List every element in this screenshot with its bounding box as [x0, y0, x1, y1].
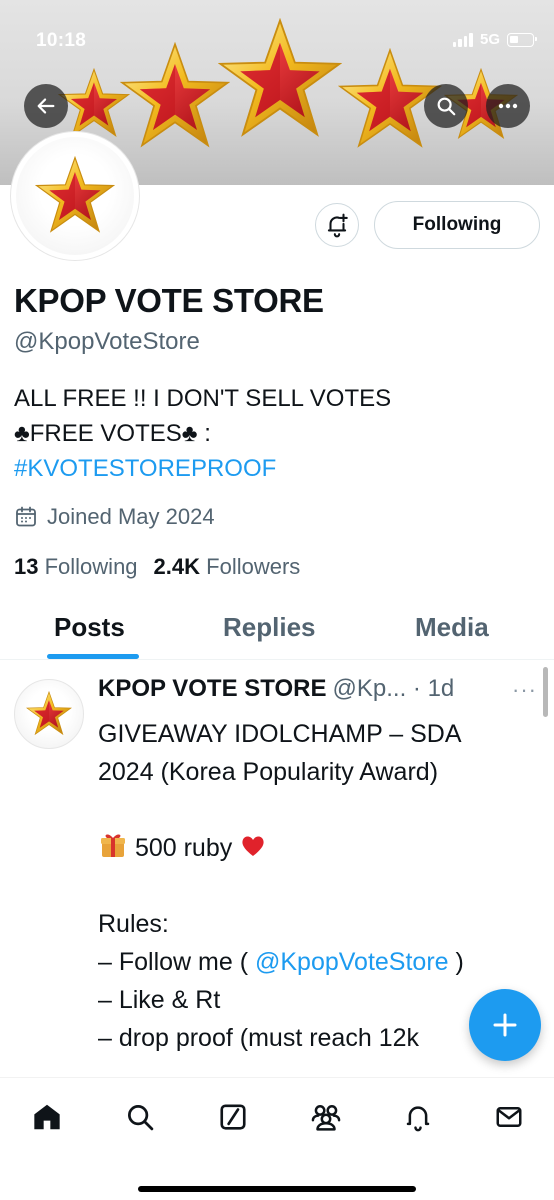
- star-logo-icon: [35, 156, 115, 236]
- bio-hashtag-link[interactable]: #KVOTESTOREPROOF: [14, 451, 391, 486]
- tweet-line: GIVEAWAY IDOLCHAMP – SDA: [98, 720, 462, 748]
- joined-text: Joined May 2024: [47, 504, 215, 529]
- joined-date: Joined May 2024: [14, 504, 215, 530]
- bio-line: ♣FREE VOTES♣ :: [14, 420, 211, 447]
- tweet-author-avatar[interactable]: [14, 679, 84, 749]
- search-icon: [437, 97, 456, 116]
- profile-tabs: Posts Replies Media: [0, 598, 554, 660]
- tab-posts[interactable]: Posts: [54, 612, 125, 643]
- nav-grok[interactable]: [213, 1097, 253, 1137]
- tweet-line-text: 500 ruby: [134, 834, 233, 862]
- user-handle: @KpopVoteStore: [14, 328, 200, 355]
- nav-notifications[interactable]: [398, 1097, 438, 1137]
- display-name: KPOP VOTE STORE: [14, 282, 324, 319]
- back-button[interactable]: [24, 84, 68, 128]
- bio-line: ALL FREE !! I DON'T SELL VOTES: [14, 385, 392, 412]
- tweet-handle-time: @Kp... · 1d: [332, 675, 455, 702]
- follow-stats: 13 Following 2.4K Followers: [14, 554, 300, 580]
- search-icon: [128, 1105, 154, 1131]
- communities-icon: [311, 1105, 341, 1131]
- tweet-more-button[interactable]: ···: [512, 677, 537, 703]
- grok-icon: [220, 1104, 246, 1130]
- nav-search[interactable]: [120, 1097, 160, 1137]
- arrow-left-icon: [37, 98, 55, 114]
- plus-icon: [493, 1013, 517, 1037]
- followers-count-link[interactable]: 2.4K Followers: [154, 554, 301, 580]
- battery-icon: [507, 32, 537, 47]
- active-tab-indicator: [47, 654, 139, 659]
- bottom-navigation: [0, 1077, 554, 1200]
- status-bar: 10:18 5G: [0, 0, 554, 60]
- status-time: 10:18: [36, 30, 87, 51]
- more-horizontal-icon: [498, 103, 518, 109]
- compose-button[interactable]: [469, 989, 541, 1061]
- tweet-line: 2024 (Korea Popularity Award): [98, 758, 439, 786]
- gift-icon: [101, 834, 125, 857]
- profile-avatar[interactable]: [11, 132, 139, 260]
- star-logo-icon: [26, 691, 72, 737]
- tweet-header: KPOP VOTE STORE @Kp... · 1d: [98, 675, 454, 703]
- nav-messages[interactable]: [489, 1097, 529, 1137]
- scrollbar[interactable]: [543, 667, 548, 717]
- mention-link[interactable]: @KpopVoteStore: [255, 948, 449, 976]
- tweet-line: – Follow me ( @KpopVoteStore ): [98, 948, 464, 976]
- nav-home[interactable]: [27, 1097, 67, 1137]
- profile-bio: ALL FREE !! I DON'T SELL VOTES ♣FREE VOT…: [14, 381, 391, 486]
- tweet-line: 500 ruby: [98, 829, 554, 867]
- home-icon: [34, 1104, 60, 1130]
- heart-icon: [242, 836, 264, 856]
- network-type: 5G: [479, 31, 500, 48]
- bell-icon: [406, 1106, 430, 1132]
- nav-communities[interactable]: [306, 1097, 346, 1137]
- following-button[interactable]: Following: [374, 201, 540, 249]
- tab-replies[interactable]: Replies: [223, 612, 316, 643]
- calendar-icon: [16, 506, 36, 527]
- tweet-line: Rules:: [98, 910, 169, 938]
- search-button[interactable]: [424, 84, 468, 128]
- tweet-author-name[interactable]: KPOP VOTE STORE: [98, 675, 327, 703]
- signal-icon: [452, 32, 473, 47]
- following-count-link[interactable]: 13 Following: [14, 554, 138, 580]
- home-indicator[interactable]: [138, 1186, 416, 1192]
- bell-plus-icon: [327, 213, 348, 238]
- tab-media[interactable]: Media: [415, 612, 489, 643]
- status-indicators: 5G: [452, 31, 537, 48]
- more-button[interactable]: [486, 84, 530, 128]
- notifications-button[interactable]: [315, 203, 359, 247]
- mail-icon: [496, 1107, 522, 1127]
